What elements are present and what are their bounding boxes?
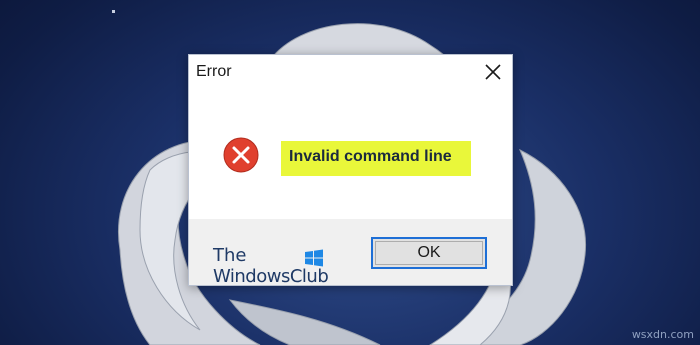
ok-button-label: OK <box>417 244 441 261</box>
error-dialog: Error Invalid command line The WindowsCl… <box>188 54 513 287</box>
watermark: The WindowsClub <box>213 245 353 289</box>
dialog-footer: The WindowsClub OK <box>189 219 512 287</box>
windows-logo-icon <box>305 249 323 267</box>
dialog-title-bar[interactable]: Error <box>189 55 512 89</box>
ok-button[interactable]: OK <box>371 237 487 269</box>
error-message: Invalid command line <box>289 148 452 165</box>
close-icon <box>485 64 501 80</box>
dialog-content: Invalid command line <box>189 89 512 219</box>
close-button[interactable] <box>480 59 506 85</box>
cursor-speck <box>112 10 115 13</box>
error-icon <box>223 137 259 173</box>
watermark-line1: The <box>213 245 247 266</box>
dialog-title: Error <box>196 63 232 80</box>
corner-watermark: wsxdn.com <box>631 328 694 341</box>
watermark-line2: WindowsClub <box>213 266 329 287</box>
